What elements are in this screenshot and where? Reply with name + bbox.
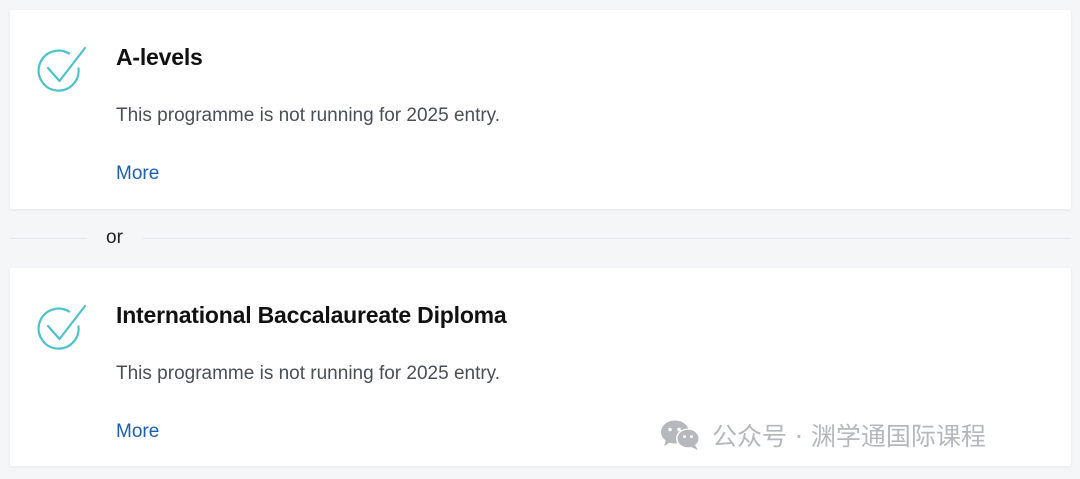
option-description: This programme is not running for 2025 e… — [116, 363, 501, 384]
wechat-icon — [661, 420, 700, 450]
option-card-a-levels: A-levels This programme is not running f… — [10, 10, 1071, 209]
watermark: 公众号 · 渊学通国际课程 — [660, 417, 986, 453]
more-link[interactable]: More — [116, 163, 159, 185]
or-separator: or — [106, 227, 123, 248]
more-link[interactable]: More — [116, 421, 159, 443]
divider-line-left — [10, 238, 87, 239]
check-circle-icon — [37, 304, 87, 350]
option-title: A-levels — [116, 44, 203, 70]
check-circle-icon — [37, 46, 87, 92]
option-title: International Baccalaureate Diploma — [116, 302, 507, 328]
watermark-text: 公众号 · 渊学通国际课程 — [712, 422, 986, 451]
divider-line-right — [143, 238, 1071, 239]
option-description: This programme is not running for 2025 e… — [116, 105, 501, 126]
